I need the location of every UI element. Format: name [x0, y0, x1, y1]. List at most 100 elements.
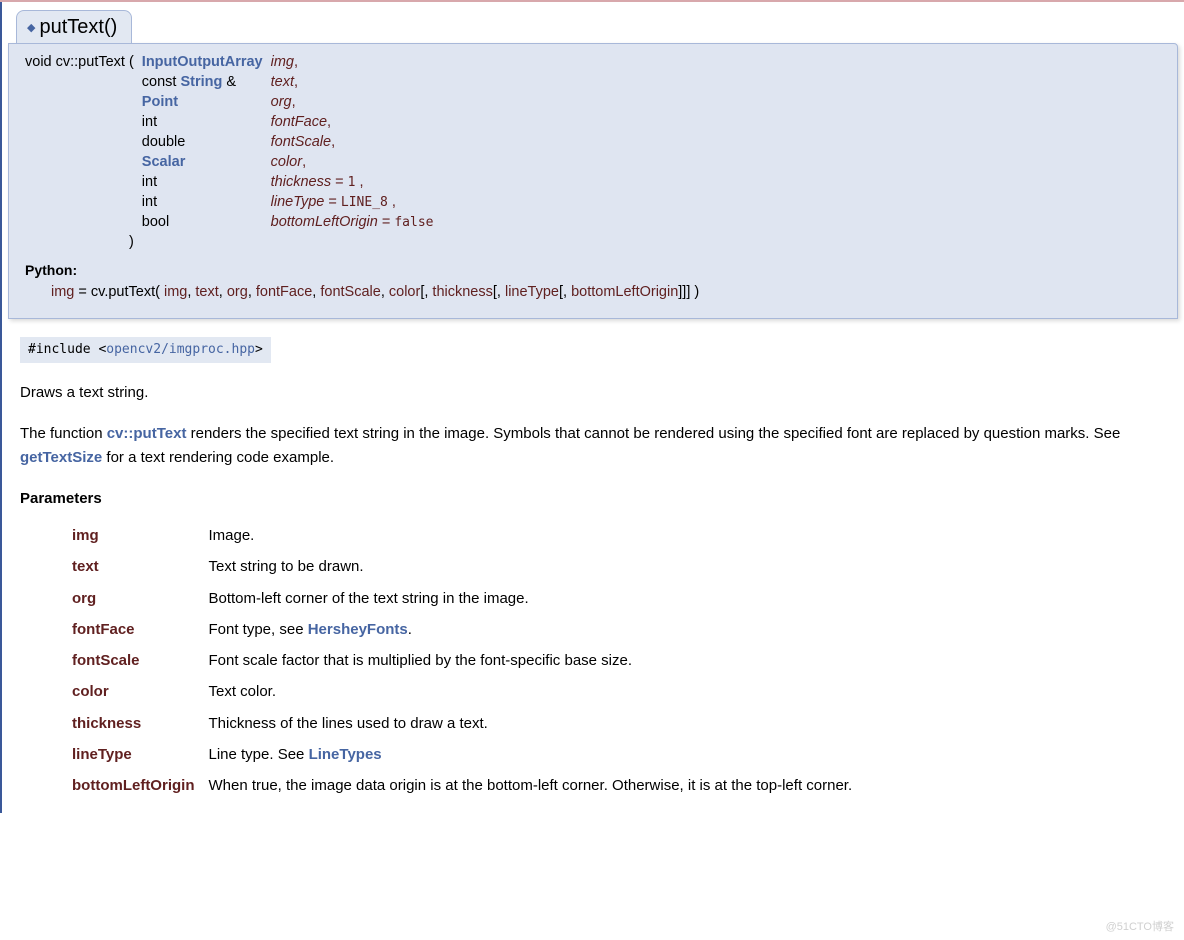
memname-cell: void cv::putText ( [21, 52, 138, 72]
param-row: fontFaceFont type, see HersheyFonts. [68, 614, 856, 645]
documentation: #include <opencv2/imgproc.hpp> Draws a t… [2, 319, 1184, 813]
signature-row: intthickness = 1 , [21, 172, 438, 192]
include-path: opencv2/imgproc.hpp [106, 342, 255, 357]
param-name: fontScale, [267, 132, 438, 152]
param-desc-cell: Font type, see HersheyFonts. [204, 614, 856, 645]
param-type: bool [138, 212, 267, 232]
include-keyword: #include [28, 342, 91, 357]
signature-row: boolbottomLeftOrigin = false [21, 212, 438, 232]
param-desc-cell: Font scale factor that is multiplied by … [204, 645, 856, 676]
content: ◆putText() void cv::putText (InputOutput… [0, 2, 1184, 813]
param-name: org, [267, 92, 438, 112]
parameters-heading: Parameters [20, 487, 1170, 510]
param-type: int [138, 172, 267, 192]
py-arg: fontFace [256, 284, 312, 300]
py-text: [, [420, 284, 432, 300]
param-type: int [138, 192, 267, 212]
memname-cell [21, 152, 138, 172]
param-name-cell: bottomLeftOrigin [68, 770, 204, 801]
python-label: Python: [15, 252, 1171, 282]
param-row: fontScaleFont scale factor that is multi… [68, 645, 856, 676]
memname-cell [21, 172, 138, 192]
param-name-cell: org [68, 583, 204, 614]
param-name: bottomLeftOrigin = false [267, 212, 438, 232]
memname-cell [21, 112, 138, 132]
py-text: [, [559, 284, 571, 300]
py-text: = [74, 284, 91, 300]
py-text: ]]] ) [678, 284, 699, 300]
signature-close-row: ) [21, 232, 438, 252]
memname-cell [21, 212, 138, 232]
memname-cell [21, 92, 138, 112]
param-row: colorText color. [68, 676, 856, 707]
memname-cell [21, 132, 138, 152]
param-desc-cell: Text string to be drawn. [204, 551, 856, 582]
param-name-cell: thickness [68, 708, 204, 739]
detail-link-gettextsize[interactable]: getTextSize [20, 449, 102, 466]
py-arg: img [164, 284, 187, 300]
python-signature: img = cv.putText( img, text, org, fontFa… [15, 282, 1171, 310]
signature-row: Scalar color, [21, 152, 438, 172]
param-name: img, [267, 52, 438, 72]
title-text: putText() [39, 16, 117, 38]
py-text: cv.putText( [91, 284, 160, 300]
param-name-cell: fontScale [68, 645, 204, 676]
diamond-icon: ◆ [27, 22, 39, 34]
param-row: textText string to be drawn. [68, 551, 856, 582]
param-type: InputOutputArray [138, 52, 267, 72]
param-desc-link[interactable]: LineTypes [309, 746, 382, 763]
param-type: const String & [138, 72, 267, 92]
detail-text: The function [20, 425, 107, 442]
detail-text: renders the specified text string in the… [186, 425, 1120, 442]
py-text: [, [493, 284, 505, 300]
type-link[interactable]: String [180, 74, 222, 90]
param-type: int [138, 112, 267, 132]
param-name-cell: color [68, 676, 204, 707]
type-link[interactable]: Scalar [142, 154, 186, 170]
py-arg: org [227, 284, 248, 300]
param-name: thickness = 1 , [267, 172, 438, 192]
signature-row: doublefontScale, [21, 132, 438, 152]
include-directive: #include <opencv2/imgproc.hpp> [20, 337, 271, 363]
param-desc-cell: Bottom-left corner of the text string in… [204, 583, 856, 614]
type-link[interactable]: Point [142, 94, 178, 110]
py-arg: bottomLeftOrigin [571, 284, 678, 300]
signature-table: void cv::putText (InputOutputArrayimg,co… [21, 52, 438, 252]
param-desc-cell: When true, the image data origin is at t… [204, 770, 856, 801]
param-row: bottomLeftOriginWhen true, the image dat… [68, 770, 856, 801]
prototype-box: void cv::putText (InputOutputArrayimg,co… [8, 43, 1178, 319]
param-name: text, [267, 72, 438, 92]
parameters-table: imgImage.textText string to be drawn.org… [68, 520, 856, 801]
param-type: Point [138, 92, 267, 112]
param-row: imgImage. [68, 520, 856, 551]
py-arg: color [389, 284, 420, 300]
watermark: @51CTO博客 [1106, 918, 1174, 934]
param-name-cell: lineType [68, 739, 204, 770]
type-link[interactable]: InputOutputArray [142, 54, 263, 70]
param-name-cell: img [68, 520, 204, 551]
param-name: color, [267, 152, 438, 172]
param-type: Scalar [138, 152, 267, 172]
memname-cell [21, 72, 138, 92]
member-title: ◆putText() [16, 10, 132, 43]
detail-link-puttext[interactable]: cv::putText [107, 425, 187, 442]
py-arg: text [195, 284, 218, 300]
param-desc-link[interactable]: HersheyFonts [308, 621, 408, 638]
param-name-cell: fontFace [68, 614, 204, 645]
py-return: img [51, 284, 74, 300]
param-row: orgBottom-left corner of the text string… [68, 583, 856, 614]
param-desc-cell: Image. [204, 520, 856, 551]
param-type: double [138, 132, 267, 152]
memname-cell [21, 192, 138, 212]
include-close: > [255, 342, 263, 357]
detail-text: for a text rendering code example. [102, 449, 334, 466]
detailed-description: The function cv::putText renders the spe… [20, 422, 1170, 469]
brief-description: Draws a text string. [20, 381, 1170, 404]
signature-row: const String &text, [21, 72, 438, 92]
py-arg: lineType [505, 284, 559, 300]
signature-row: void cv::putText (InputOutputArrayimg, [21, 52, 438, 72]
param-desc-cell: Line type. See LineTypes [204, 739, 856, 770]
param-name: fontFace, [267, 112, 438, 132]
param-desc-cell: Text color. [204, 676, 856, 707]
param-row: lineTypeLine type. See LineTypes [68, 739, 856, 770]
